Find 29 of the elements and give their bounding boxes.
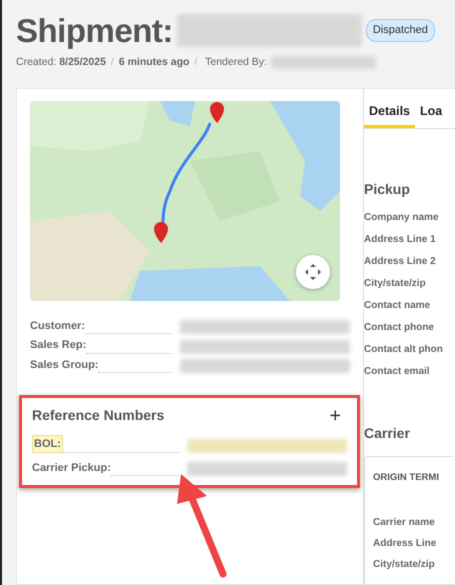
field-label: Address Line 2 (364, 254, 437, 268)
field-label: Carrier name (373, 516, 436, 530)
crosshair-icon (304, 262, 322, 281)
field-label: City/state/zip (364, 276, 427, 290)
field-label: Company name (364, 210, 440, 224)
field-label: Contact alt phon (364, 342, 444, 356)
created-info: Created: 8/25/2025 / 6 minutes ago / Tendered By: (16, 55, 267, 70)
tab[interactable]: Loa (415, 98, 448, 128)
page-title: Shipment: (16, 14, 173, 47)
section-title: Carrier (364, 424, 411, 442)
field-label: BOL: (32, 434, 63, 454)
field-label: City/state/zip (373, 558, 436, 572)
tab[interactable]: Details (364, 98, 415, 128)
field-label: Contact email (364, 364, 431, 378)
field-label: Carrier Pickup: (32, 460, 111, 476)
card-title: ORIGIN TERMI (373, 470, 440, 484)
field-label: Address Line 1 (364, 232, 437, 246)
field-label: Contact name (364, 298, 432, 312)
add-icon[interactable]: + (329, 406, 341, 426)
field-label: Address Line (373, 537, 438, 552)
status-badge: Dispatched (366, 19, 435, 42)
section-title: Pickup (364, 180, 411, 199)
separator: / (194, 56, 198, 68)
separator: / (110, 56, 114, 68)
field-label: Sales Rep: (30, 338, 86, 354)
field-label: Sales Group: (30, 358, 98, 373)
field-label: Contact phone (364, 320, 435, 334)
section-title: Reference Numbers (32, 406, 164, 426)
field-label: Customer: (30, 318, 86, 334)
